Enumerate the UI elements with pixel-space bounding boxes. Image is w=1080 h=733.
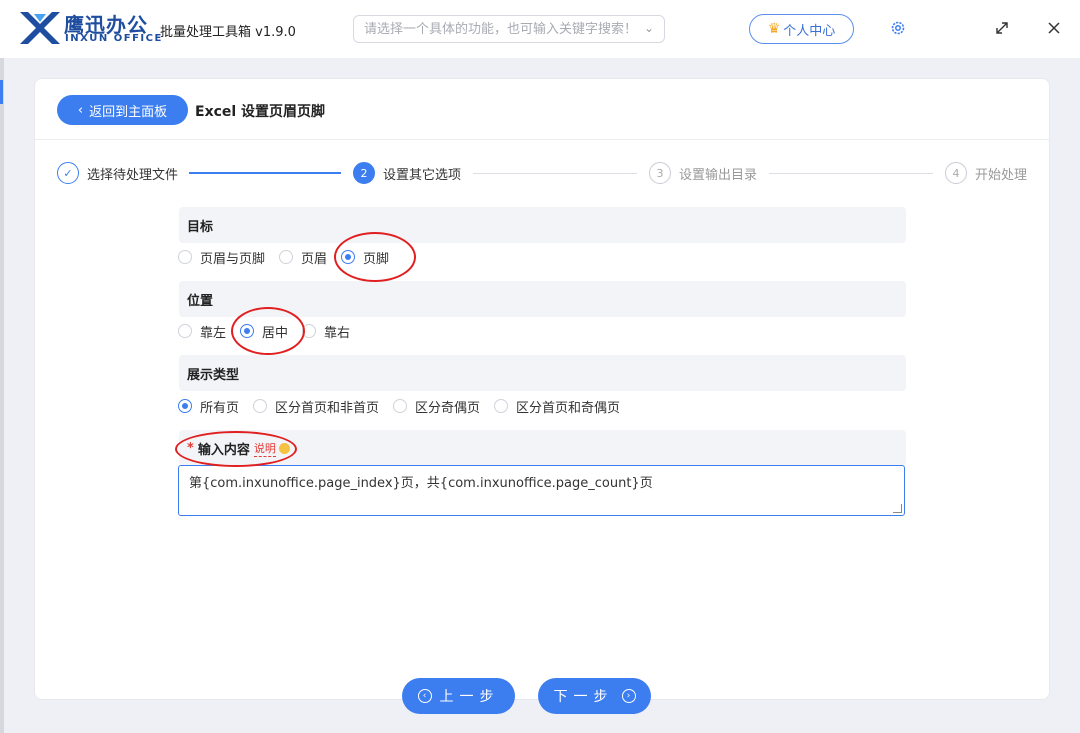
radio-dot[interactable] <box>393 399 408 413</box>
radio-dot[interactable] <box>178 250 192 264</box>
content-textarea[interactable] <box>178 465 905 516</box>
step-start: 4 开始处理 <box>945 162 1027 184</box>
main-panel: ‹ 返回到主面板 Excel 设置页眉页脚 ✓ 选择待处理文件 2 设置其它选项… <box>34 78 1050 700</box>
radio-label: 区分首页和奇偶页 <box>516 400 621 416</box>
crown-icon: ♛ <box>767 21 781 37</box>
target-section-title: 目标 <box>179 207 906 243</box>
step-number: 2 <box>353 162 375 184</box>
radio-all-pages[interactable]: 所有页 <box>178 397 239 416</box>
settings-gear-icon[interactable] <box>886 16 910 40</box>
radio-label: 所有页 <box>200 400 240 416</box>
title-bar: 鹰迅办公 INXUN OFFICE 批量处理工具箱 v1.9.0 ⌄ ♛ 个人中… <box>0 0 1080 58</box>
app-logo-icon <box>20 12 60 44</box>
prev-label: 上一步 <box>439 689 500 705</box>
close-icon[interactable] <box>1042 16 1066 40</box>
display-type-radio-group: 所有页 区分首页和非首页 区分奇偶页 区分首页和奇偶页 <box>178 396 634 416</box>
radio-dot[interactable] <box>279 250 294 264</box>
back-label: 返回到主面板 <box>89 104 168 120</box>
maximize-icon[interactable] <box>990 16 1014 40</box>
next-step-button[interactable]: 下一步 › <box>538 678 651 714</box>
resize-handle-icon[interactable] <box>893 504 902 513</box>
step-number: 3 <box>649 162 671 184</box>
step-label: 选择待处理文件 <box>87 167 179 183</box>
brand-name-en: INXUN OFFICE <box>65 33 163 44</box>
radio-label: 区分奇偶页 <box>415 400 481 416</box>
step-label: 开始处理 <box>975 167 1028 183</box>
radio-dot[interactable] <box>253 399 268 413</box>
divider <box>35 139 1049 140</box>
step-connector <box>473 173 637 174</box>
left-window-edge <box>0 58 4 733</box>
app-name: 批量处理工具箱 v1.9.0 <box>160 25 296 40</box>
search-input[interactable] <box>364 20 634 38</box>
radio-first-vs-other[interactable]: 区分首页和非首页 <box>253 397 379 416</box>
check-icon: ✓ <box>57 162 79 184</box>
function-search[interactable]: ⌄ <box>353 15 665 43</box>
radio-dot[interactable] <box>178 399 192 413</box>
left-edge-accent <box>0 80 3 104</box>
radio-label: 页眉 <box>301 251 328 267</box>
page-title: Excel 设置页眉页脚 <box>195 104 326 120</box>
annotation-circle-center <box>231 307 305 355</box>
radio-label: 区分首页和非首页 <box>275 400 380 416</box>
back-to-home-button[interactable]: ‹ 返回到主面板 <box>57 95 188 125</box>
arrow-left-circle-icon: ‹ <box>417 689 432 703</box>
radio-left[interactable]: 靠左 <box>178 322 226 341</box>
step-number: 4 <box>945 162 967 184</box>
radio-odd-even[interactable]: 区分奇偶页 <box>393 397 480 416</box>
chevron-left-icon: ‹ <box>77 102 84 118</box>
next-label: 下一步 <box>553 689 614 705</box>
step-label: 设置输出目录 <box>679 167 758 183</box>
step-connector <box>189 172 341 174</box>
radio-dot[interactable] <box>494 399 509 413</box>
radio-dot[interactable] <box>178 324 192 338</box>
user-center-label: 个人中心 <box>783 23 836 39</box>
radio-label: 页眉与页脚 <box>200 251 266 267</box>
radio-first-and-odd-even[interactable]: 区分首页和奇偶页 <box>494 397 620 416</box>
step-connector <box>769 173 933 174</box>
annotation-circle-input <box>175 431 297 467</box>
step-select-files: ✓ 选择待处理文件 <box>57 162 178 184</box>
chevron-down-icon[interactable]: ⌄ <box>644 21 654 35</box>
radio-label: 靠右 <box>324 325 351 341</box>
arrow-right-circle-icon: › <box>621 689 636 703</box>
radio-header[interactable]: 页眉 <box>279 248 327 267</box>
annotation-circle-footer <box>334 232 416 282</box>
user-center-button[interactable]: ♛ 个人中心 <box>749 14 854 44</box>
step-other-options: 2 设置其它选项 <box>353 162 461 184</box>
step-output-dir: 3 设置输出目录 <box>649 162 757 184</box>
radio-right[interactable]: 靠右 <box>302 322 350 341</box>
radio-label: 靠左 <box>200 325 227 341</box>
radio-header-and-footer[interactable]: 页眉与页脚 <box>178 248 265 267</box>
prev-step-button[interactable]: ‹ 上一步 <box>402 678 515 714</box>
step-label: 设置其它选项 <box>383 167 462 183</box>
display-type-section-title: 展示类型 <box>179 355 906 391</box>
